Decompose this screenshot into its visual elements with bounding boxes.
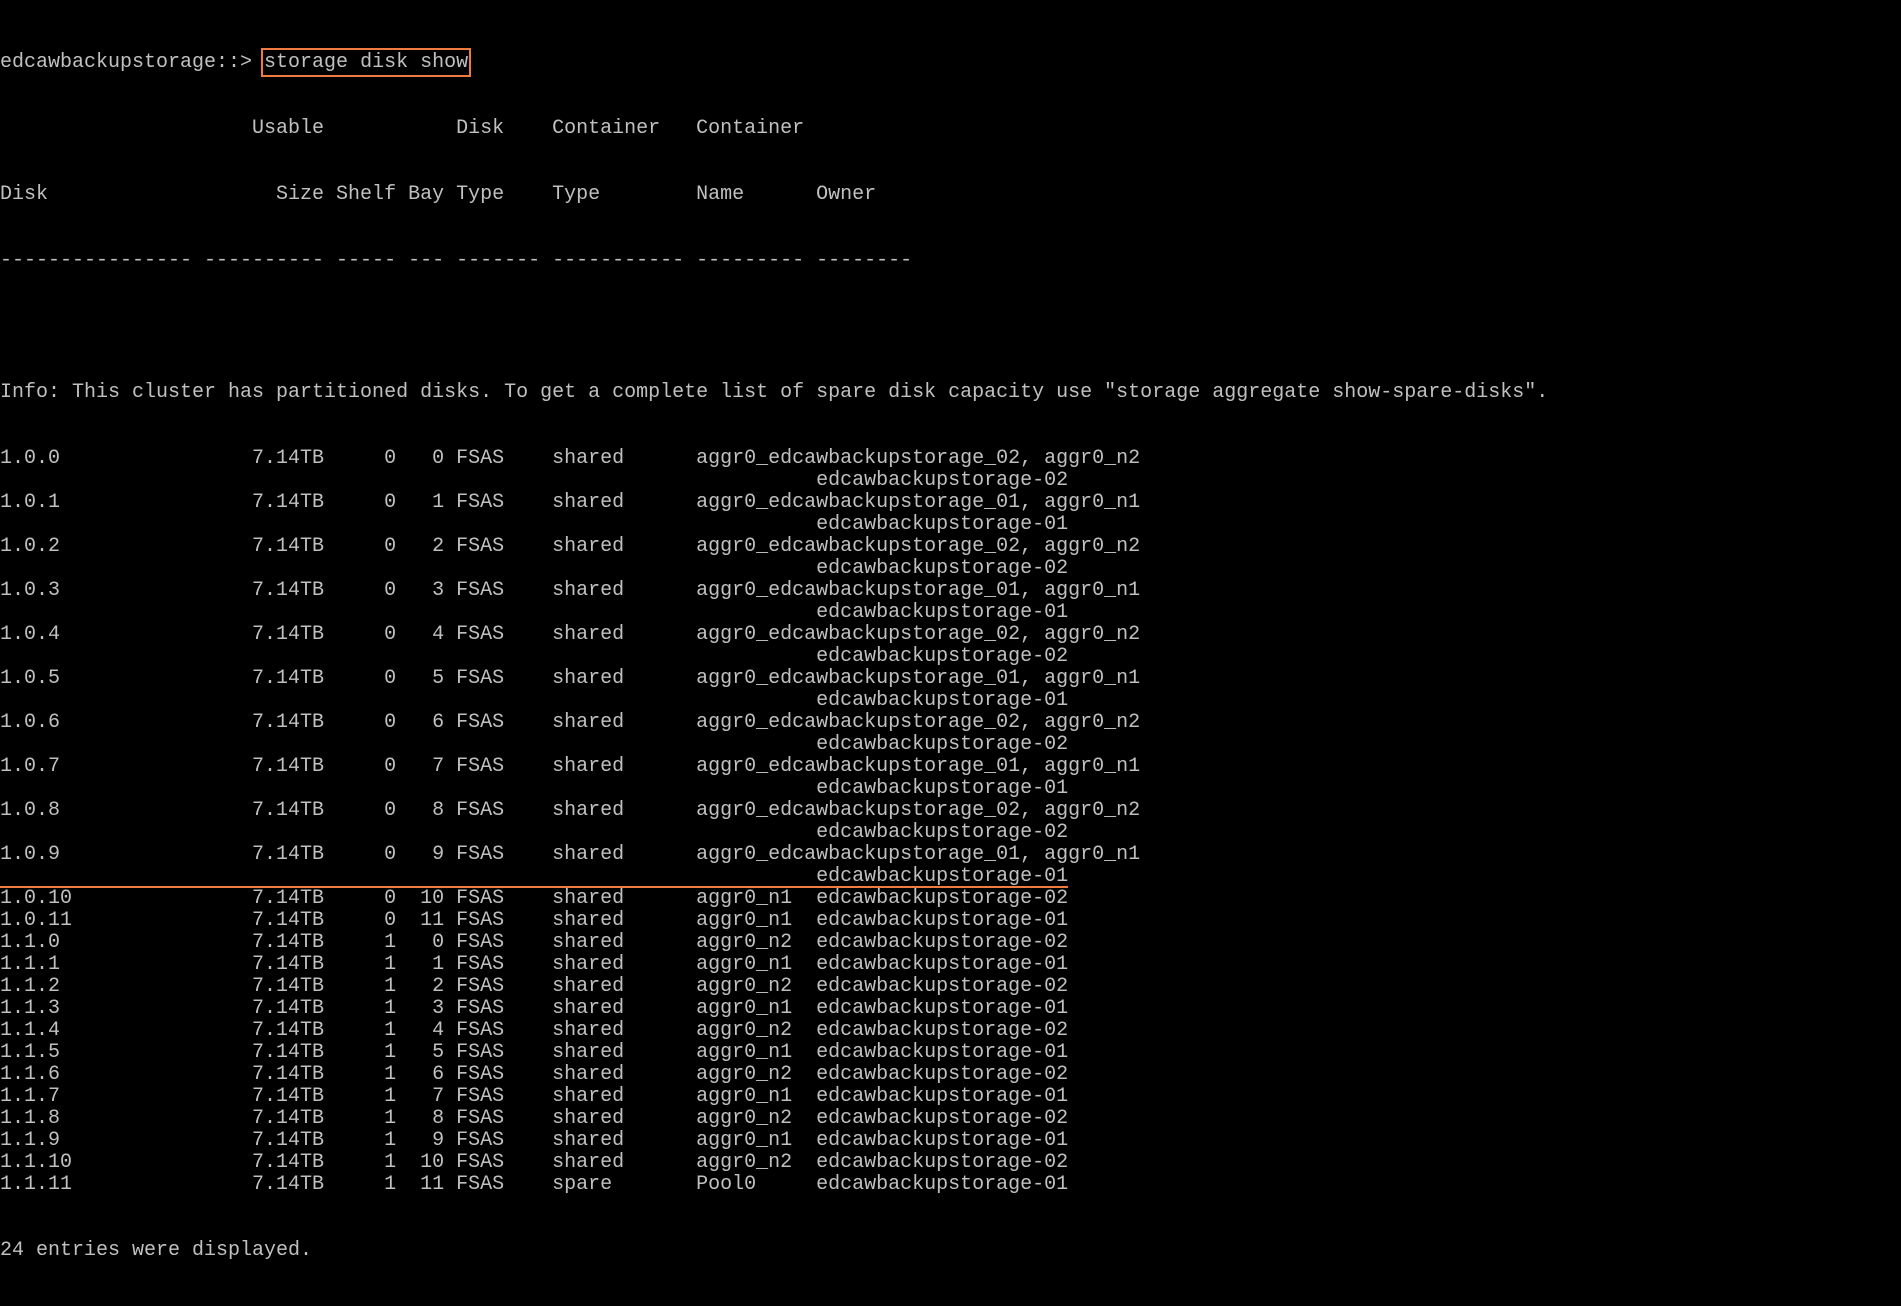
table-row: 1.1.6 7.14TB 1 6 FSAS shared aggr0_n2 ed… [0,1063,1069,1086]
last-row-underline [0,886,1068,888]
table-row: edcawbackupstorage-01 [0,513,1069,536]
table-row: edcawbackupstorage-02 [0,557,1069,580]
table-row: 1.0.5 7.14TB 0 5 FSAS shared aggr0_edcaw… [0,667,1141,690]
table-row: 1.1.9 7.14TB 1 9 FSAS shared aggr0_n1 ed… [0,1129,1069,1152]
table-row: 1.1.3 7.14TB 1 3 FSAS shared aggr0_n1 ed… [0,997,1069,1020]
table-row: 1.0.10 7.14TB 0 10 FSAS shared aggr0_n1 … [0,887,1069,910]
table-row: edcawbackupstorage-02 [0,469,1069,492]
terminal-window[interactable]: edcawbackupstorage::> storage disk show … [0,0,1901,1262]
table-row: 1.1.1 7.14TB 1 1 FSAS shared aggr0_n1 ed… [0,953,1069,976]
table-header-separator: ---------------- ---------- ----- --- --… [0,249,913,272]
table-header-line-1: Usable Disk Container Container [0,117,805,140]
table-row: edcawbackupstorage-01 [0,777,1069,800]
command-line: edcawbackupstorage::> storage disk show [0,48,1901,77]
table-row: 1.0.7 7.14TB 0 7 FSAS shared aggr0_edcaw… [0,755,1141,778]
table-row: 1.0.2 7.14TB 0 2 FSAS shared aggr0_edcaw… [0,535,1141,558]
table-row: edcawbackupstorage-01 [0,601,1069,624]
table-row: 1.0.8 7.14TB 0 8 FSAS shared aggr0_edcaw… [0,799,1141,822]
table-row: 1.0.6 7.14TB 0 6 FSAS shared aggr0_edcaw… [0,711,1141,734]
shell-prompt: edcawbackupstorage::> [0,51,265,74]
table-row: 1.1.5 7.14TB 1 5 FSAS shared aggr0_n1 ed… [0,1041,1069,1064]
table-row: 1.1.8 7.14TB 1 8 FSAS shared aggr0_n2 ed… [0,1107,1069,1130]
table-row: 1.1.11 7.14TB 1 11 FSAS spare Pool0 edca… [0,1173,1069,1196]
table-row: edcawbackupstorage-02 [0,821,1069,844]
table-row: 1.0.4 7.14TB 0 4 FSAS shared aggr0_edcaw… [0,623,1141,646]
disk-table-rows: 1.0.0 7.14TB 0 0 FSAS shared aggr0_edcaw… [0,448,1901,1196]
command-text: storage disk show [261,48,472,77]
table-row: edcawbackupstorage-01 [0,689,1069,712]
table-header-line-2: Disk Size Shelf Bay Type Type Name Owner [0,183,877,206]
table-row: 1.1.2 7.14TB 1 2 FSAS shared aggr0_n2 ed… [0,975,1069,998]
table-row: 1.1.4 7.14TB 1 4 FSAS shared aggr0_n2 ed… [0,1019,1069,1042]
table-row: 1.0.11 7.14TB 0 11 FSAS shared aggr0_n1 … [0,909,1069,932]
info-message: Info: This cluster has partitioned disks… [0,381,1549,404]
entries-footer: 24 entries were displayed. [0,1239,313,1262]
table-row: 1.0.3 7.14TB 0 3 FSAS shared aggr0_edcaw… [0,579,1141,602]
table-row: edcawbackupstorage-02 [0,645,1069,668]
table-row: 1.0.1 7.14TB 0 1 FSAS shared aggr0_edcaw… [0,491,1141,514]
table-row: 1.0.9 7.14TB 0 9 FSAS shared aggr0_edcaw… [0,843,1141,866]
table-row: 1.1.7 7.14TB 1 7 FSAS shared aggr0_n1 ed… [0,1085,1069,1108]
table-row: 1.1.10 7.14TB 1 10 FSAS shared aggr0_n2 … [0,1151,1069,1174]
table-row: edcawbackupstorage-01 [0,865,1069,888]
table-row: edcawbackupstorage-02 [0,733,1069,756]
table-row: 1.0.0 7.14TB 0 0 FSAS shared aggr0_edcaw… [0,447,1141,470]
table-row: 1.1.0 7.14TB 1 0 FSAS shared aggr0_n2 ed… [0,931,1069,954]
